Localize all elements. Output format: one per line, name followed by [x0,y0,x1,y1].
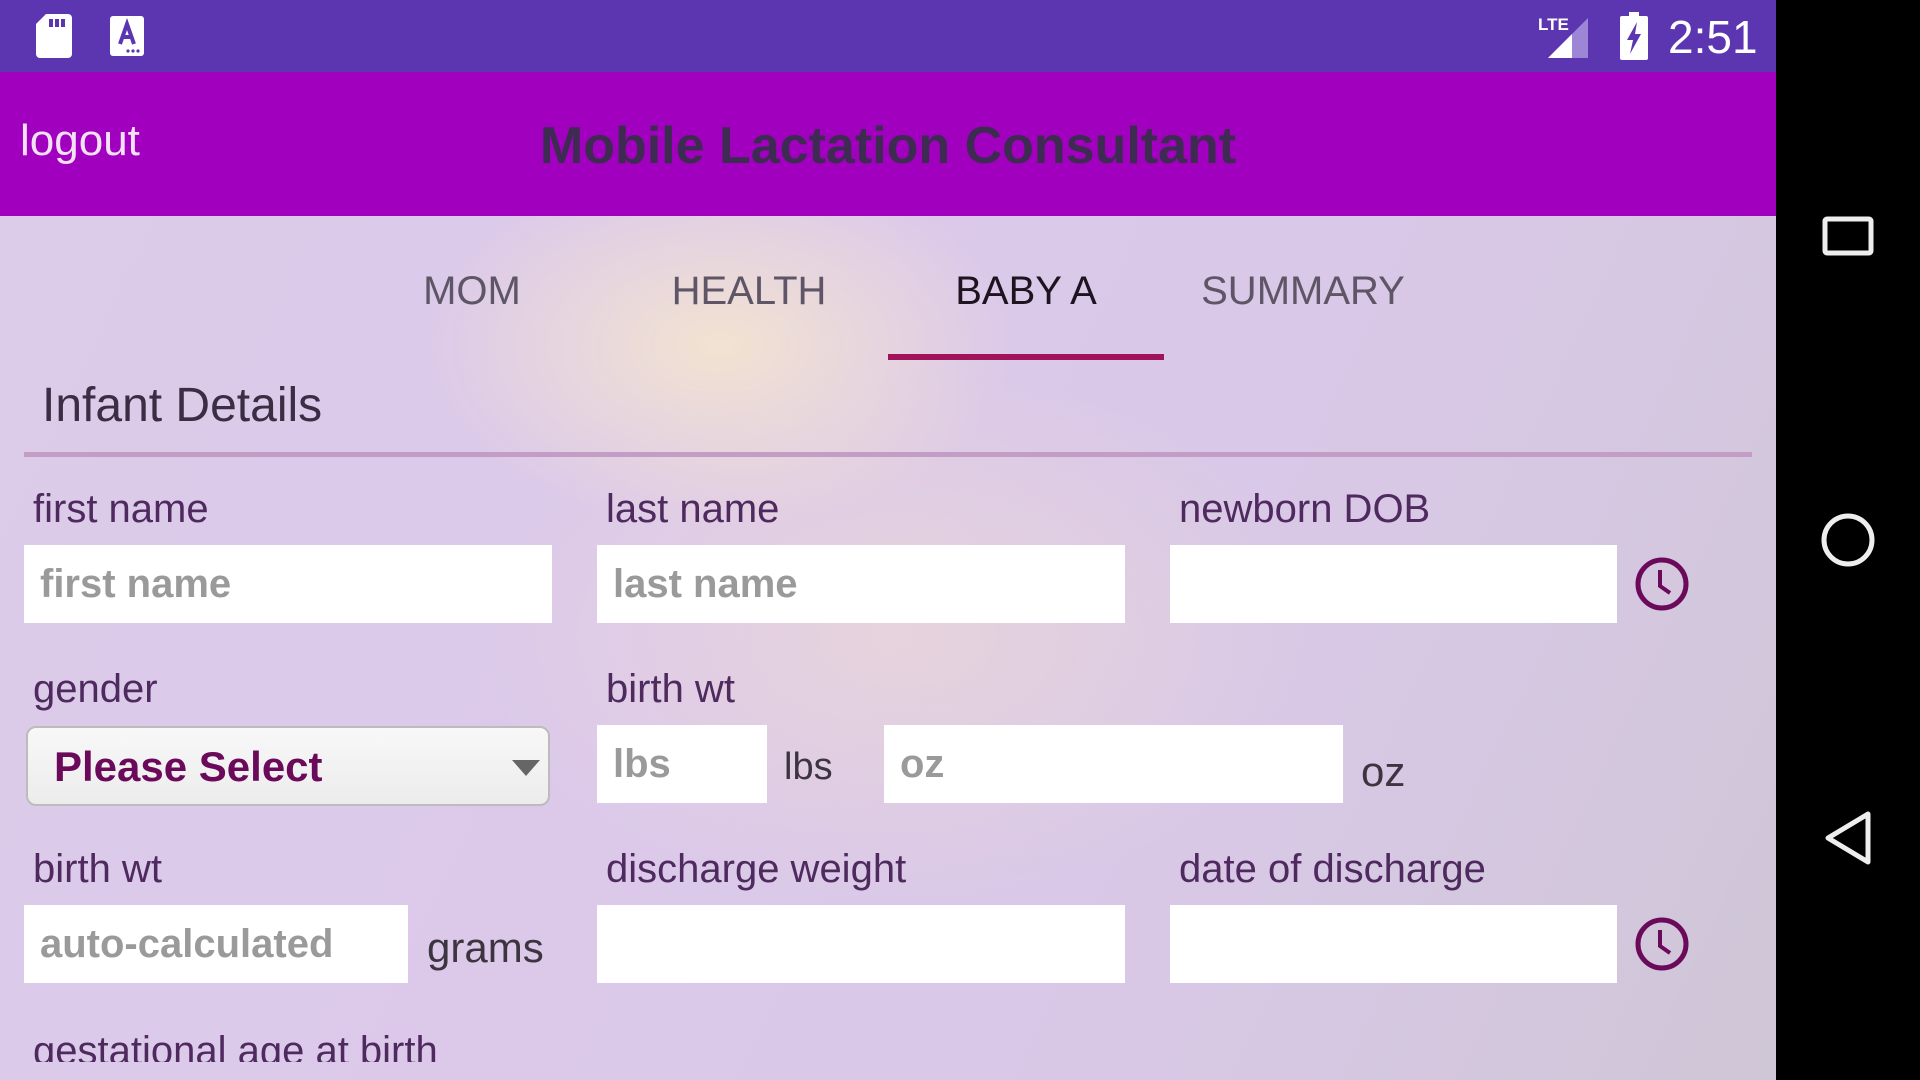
gender-selected-value: Please Select [54,743,323,790]
birth-wt-label: birth wt [606,667,735,711]
tab-summary[interactable]: SUMMARY [1165,266,1441,316]
grams-unit-label: grams [427,924,544,971]
gender-label: gender [33,667,158,711]
date-of-discharge-label: date of discharge [1179,847,1486,891]
first-name-label: first name [33,487,209,531]
battery-charging-icon [1620,12,1648,60]
app-title: Mobile Lactation Consultant [539,117,1237,175]
last-name-input[interactable] [597,545,1125,623]
first-name-input[interactable] [24,545,552,623]
last-name-label: last name [606,487,780,531]
back-icon[interactable] [1822,810,1874,866]
tab-bar: MOM HEALTH BABY A SUMMARY [0,216,1776,360]
svg-text:LTE: LTE [1538,15,1569,34]
navigation-bar [1776,0,1920,1080]
infant-details-form: MOM HEALTH BABY A SUMMARY Infant Details… [0,216,1776,1080]
font-download-icon [110,16,144,56]
discharge-weight-input[interactable] [597,905,1125,983]
sd-card-icon [36,14,72,58]
gender-select[interactable]: Please Select [26,726,550,806]
recents-icon[interactable] [1822,216,1874,256]
tab-baby-a[interactable]: BABY A [888,266,1164,316]
app-bar: logout Mobile Lactation Consultant [0,72,1776,216]
tab-mom[interactable]: MOM [334,266,610,316]
discharge-weight-label: discharge weight [606,847,907,891]
clipped-row: gestational age at birth [0,1024,1776,1062]
newborn-dob-input[interactable] [1170,545,1617,623]
status-bar: LTE 2:51 [0,0,1776,72]
birth-wt-lbs-input[interactable] [597,725,767,803]
clock-icon[interactable] [1634,916,1690,972]
home-icon[interactable] [1820,512,1876,568]
section-divider [24,452,1752,457]
newborn-dob-label: newborn DOB [1179,487,1431,531]
active-tab-indicator [888,354,1164,360]
status-time: 2:51 [1668,11,1758,63]
tab-health[interactable]: HEALTH [611,266,887,316]
birth-wt-grams-label: birth wt [33,847,162,891]
section-title: Infant Details [42,379,323,432]
lbs-unit-label: lbs [784,746,833,788]
birth-wt-oz-input[interactable] [884,725,1343,803]
clock-icon[interactable] [1634,556,1690,612]
dropdown-arrow-icon [512,760,540,776]
lte-signal-icon: LTE [1538,15,1588,58]
app-screen: LTE 2:51 logout Mobile Lactation Consult… [0,0,1776,1080]
oz-unit-label: oz [1361,748,1406,795]
date-of-discharge-input[interactable] [1170,905,1617,983]
gestational-age-label: gestational age at birth [33,1029,438,1062]
birth-wt-grams-input[interactable] [24,905,408,983]
